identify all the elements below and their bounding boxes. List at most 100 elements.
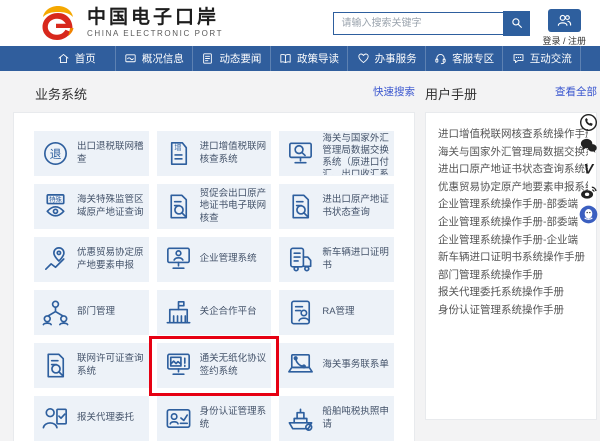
nav-item-service[interactable]: 办事服务 xyxy=(347,46,425,71)
card-label: 进出口原产地证书状态查询 xyxy=(322,194,389,218)
logo[interactable]: 中国电子口岸 CHINA ELECTRONIC PORT xyxy=(38,4,223,42)
search-icon xyxy=(510,16,524,30)
monitor-sign-icon xyxy=(163,350,194,381)
users-icon xyxy=(556,12,573,29)
user-manual-section: 用户手册 查看全部 进口增值税联网核查系统操作手册海关与国家外汇管理局数据交换系… xyxy=(425,84,597,441)
manual-link[interactable]: 报关代理委托系统操作手册 xyxy=(438,284,588,302)
overview-icon xyxy=(124,52,137,65)
nav-item-news[interactable]: 动态要闻 xyxy=(192,46,270,71)
card-paperless-agreement-signing[interactable]: 通关无纸化协议签约系统 xyxy=(157,343,272,388)
manual-link[interactable]: 海关与国家外汇管理局数据交换系 xyxy=(438,144,588,162)
search-input[interactable] xyxy=(333,12,503,35)
card-customs-declaration-agency[interactable]: 报关代理委托 xyxy=(34,396,149,441)
manual-link[interactable]: 新车辆进口证明书系统操作手册 xyxy=(438,249,588,267)
card-special-zone-origin-query[interactable]: 海关特殊监管区域原产地证查询 xyxy=(34,184,149,229)
building-flag-icon xyxy=(163,297,194,328)
nav-item-home[interactable]: 首页 xyxy=(38,46,115,71)
card-ccpit-origin-cert-check[interactable]: 贸促会出口原产地证书电子联网核查 xyxy=(157,184,272,229)
id-card-icon xyxy=(163,403,194,434)
v-icon xyxy=(579,159,598,178)
ship-icon xyxy=(285,403,316,434)
manual-link[interactable]: 进出口原产地证书状态查询系统操 xyxy=(438,161,588,179)
user-clipboard-icon xyxy=(40,403,71,434)
card-label: 进口增值税联网核查系统 xyxy=(200,141,267,165)
map-pin-icon-wrap xyxy=(39,244,72,275)
card-origin-cert-status-query[interactable]: 进出口原产地证书状态查询 xyxy=(279,184,394,229)
nav-spacer xyxy=(580,46,600,71)
map-pin-icon xyxy=(40,244,71,275)
manual-link[interactable]: 进口增值税联网核查系统操作手册 xyxy=(438,126,588,144)
card-department-management[interactable]: 部门管理 xyxy=(34,290,149,335)
wechat-icon xyxy=(579,136,598,155)
manual-link[interactable]: 身份认证管理系统操作手册 xyxy=(438,302,588,320)
share-wechat-button[interactable] xyxy=(578,135,599,156)
card-network-license-query[interactable]: 联网许可证查询系统 xyxy=(34,343,149,388)
card-preferential-trade-origin-declare[interactable]: 优惠贸易协定原产地要素申报 xyxy=(34,237,149,282)
business-systems-grid: 出口退税联网稽查 进口增值税联网核查系统海关与国家外汇管理局数据交换系统（原进口付… xyxy=(13,112,415,441)
card-export-tax-rebate-check[interactable]: 出口退税联网稽查 xyxy=(34,131,149,176)
whatsapp-icon xyxy=(579,113,598,132)
nav-item-chat[interactable]: 互动交流 xyxy=(502,46,580,71)
card-label: 报关代理委托 xyxy=(77,412,134,424)
nav-item-overview[interactable]: 概况信息 xyxy=(115,46,193,71)
manual-link[interactable]: 企业管理系统操作手册-部委端 xyxy=(438,196,588,214)
logo-subtitle: CHINA ELECTRONIC PORT xyxy=(87,29,223,38)
building-flag-icon-wrap xyxy=(162,297,195,328)
card-ship-tonnage-tax-apply[interactable]: 船舶吨税执照申请 xyxy=(279,396,394,441)
manual-link[interactable]: 企业管理系统操作手册-企业端 xyxy=(438,232,588,250)
doc-search-icon xyxy=(163,191,194,222)
share-weibo-button[interactable] xyxy=(578,181,599,202)
card-label: 出口退税联网稽查 xyxy=(77,141,144,165)
card-enterprise-management[interactable]: 企业管理系统 xyxy=(157,237,272,282)
news-icon xyxy=(201,52,214,65)
login-area: 登录 / 注册 xyxy=(542,9,586,47)
share-qq-button[interactable] xyxy=(578,204,599,225)
org-chart-icon-wrap xyxy=(39,297,72,328)
business-systems-title: 业务系统 xyxy=(13,84,87,103)
card-identity-auth-management[interactable]: 身份认证管理系统 xyxy=(157,396,272,441)
monitor-user-icon xyxy=(163,244,194,275)
login-button[interactable] xyxy=(548,9,581,32)
card-customs-enterprise-cooperation[interactable]: 关企合作平台 xyxy=(157,290,272,335)
card-label: 通关无纸化协议签约系统 xyxy=(200,353,267,377)
doc-user-icon xyxy=(285,297,316,328)
card-label: 身份认证管理系统 xyxy=(200,406,267,430)
card-new-vehicle-import-cert[interactable]: 新车辆进口证明书 xyxy=(279,237,394,282)
share-whatsapp-button[interactable] xyxy=(578,112,599,133)
monitor-search-icon xyxy=(285,138,316,169)
logo-title: 中国电子口岸 xyxy=(87,8,223,28)
nav-item-label: 政策导读 xyxy=(297,51,339,66)
card-customs-affairs-contact[interactable]: 海关事务联系单 xyxy=(279,343,394,388)
search-button[interactable] xyxy=(503,11,530,36)
user-clipboard-icon-wrap xyxy=(39,403,72,434)
zeng-doc-icon xyxy=(163,138,194,169)
ship-icon-wrap xyxy=(284,403,317,434)
laptop-phone-icon-wrap xyxy=(284,350,317,381)
logo-emblem xyxy=(38,4,78,42)
manual-link[interactable]: 部门管理系统操作手册 xyxy=(438,267,588,285)
user-manual-title: 用户手册 xyxy=(425,84,477,103)
quick-search-link[interactable]: 快速搜索 xyxy=(373,84,415,99)
card-label: 贸促会出口原产地证书电子联网核查 xyxy=(200,188,267,224)
manual-link[interactable]: 优惠贸易协定原产地要素申报系统 xyxy=(438,179,588,197)
nav-item-policy[interactable]: 政策导读 xyxy=(270,46,348,71)
card-ra-management[interactable]: RA管理 xyxy=(279,290,394,335)
policy-icon xyxy=(279,52,292,65)
view-all-link[interactable]: 查看全部 xyxy=(555,84,597,99)
nav-item-label: 动态要闻 xyxy=(219,51,261,66)
card-customs-safe-data-exchange[interactable]: 海关与国家外汇管理局数据交换系统（原进口付汇、出口收汇系统） xyxy=(279,131,394,176)
home-icon xyxy=(57,52,70,65)
laptop-phone-icon xyxy=(285,350,316,381)
monitor-user-icon-wrap xyxy=(162,244,195,275)
nav-item-label: 概况信息 xyxy=(142,51,184,66)
zeng-doc-icon-wrap xyxy=(162,138,195,169)
manual-link[interactable]: 企业管理系统操作手册-部委端 xyxy=(438,214,588,232)
org-chart-icon xyxy=(40,297,71,328)
card-label: 联网许可证查询系统 xyxy=(77,353,144,377)
card-import-vat-network-check[interactable]: 进口增值税联网核查系统 xyxy=(157,131,272,176)
search-bar xyxy=(333,11,530,36)
nav-item-support[interactable]: 客服专区 xyxy=(425,46,503,71)
nav-item-label: 首页 xyxy=(75,51,96,66)
share-v-button[interactable] xyxy=(578,158,599,179)
nav-item-label: 客服专区 xyxy=(452,51,494,66)
